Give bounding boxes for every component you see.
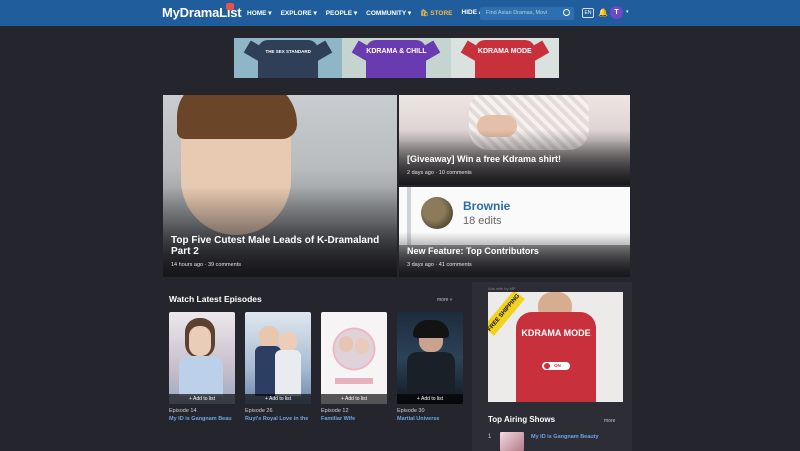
tshirt-image: [258, 40, 319, 78]
episode-number: Episode 12: [321, 408, 349, 414]
banner-text: THE SEX STANDARD: [265, 49, 311, 54]
article-meta: 3 days ago · 41 comments: [407, 262, 472, 268]
featured-article-contributors[interactable]: Brownie 18 edits New Feature: Top Contri…: [399, 187, 630, 277]
contributor-edits: 18 edits: [463, 215, 502, 227]
banner-text: KDRAMA & CHILL: [366, 48, 427, 55]
episode-title[interactable]: Ruyi's Royal Love in the: [245, 416, 311, 422]
bell-icon[interactable]: 🔔: [598, 8, 608, 17]
episode-card[interactable]: + Add to list Episode 26 Ruyi's Royal Lo…: [245, 312, 311, 422]
nav-people[interactable]: PEOPLE ▾: [326, 9, 357, 17]
nav-community[interactable]: COMMUNITY ▾: [366, 9, 411, 17]
article-photo-hair: [177, 95, 297, 139]
episode-title[interactable]: My ID is Gangnam Beau: [169, 416, 235, 422]
banner-panel-1[interactable]: THE SEX STANDARD: [234, 38, 343, 78]
show-thumbnail[interactable]: [500, 432, 524, 451]
top-airing-more-link[interactable]: more: [604, 418, 615, 424]
add-to-list-button[interactable]: + Add to list: [169, 394, 235, 404]
banner-panel-3[interactable]: KDRAMA MODE: [450, 38, 559, 78]
article-title[interactable]: Top Five Cutest Male Leads of K-Dramalan…: [171, 235, 391, 257]
ad-shirt-text: KDRAMA MODE: [521, 328, 591, 338]
episode-card[interactable]: + Add to list Episode 30 Martial Univers…: [397, 312, 463, 422]
contributor-name: Brownie: [463, 199, 511, 213]
sidebar-ad[interactable]: KDRAMA MODE ON FREE SHIPPING: [488, 292, 623, 402]
article-meta: 2 days ago · 10 comments: [407, 170, 472, 176]
top-airing-row[interactable]: 1 My ID is Gangnam Beauty: [488, 432, 623, 451]
episode-title[interactable]: Familiar Wife: [321, 416, 387, 422]
user-avatar[interactable]: T: [610, 6, 623, 19]
episode-poster[interactable]: + Add to list: [321, 312, 387, 404]
tshirt-image: [516, 312, 596, 402]
episode-poster[interactable]: + Add to list: [169, 312, 235, 404]
episode-number: Episode 26: [245, 408, 273, 414]
article-title[interactable]: New Feature: Top Contributors: [407, 246, 539, 257]
toggle-label: ON: [554, 363, 561, 368]
contributor-avatar: [421, 197, 453, 229]
featured-article-main[interactable]: Top Five Cutest Male Leads of K-Dramalan…: [163, 95, 397, 277]
article-title[interactable]: [Giveaway] Win a free Kdrama shirt!: [407, 154, 561, 165]
top-navbar: MyDramaList HOME ▾ EXPLORE ▾ PEOPLE ▾ CO…: [0, 0, 800, 26]
banner-text: KDRAMA MODE: [477, 48, 532, 55]
tshirt-image: [474, 40, 535, 78]
nav-explore[interactable]: EXPLORE ▾: [281, 9, 317, 17]
episode-number: Episode 30: [397, 408, 425, 414]
episode-poster[interactable]: + Add to list: [245, 312, 311, 404]
episode-card[interactable]: + Add to list Episode 14 My ID is Gangna…: [169, 312, 235, 422]
episode-card[interactable]: + Add to list Episode 12 Familiar Wife: [321, 312, 387, 422]
episode-poster[interactable]: + Add to list: [397, 312, 463, 404]
banner-panel-2[interactable]: KDRAMA & CHILL: [342, 38, 451, 78]
tshirt-image: [366, 40, 427, 78]
show-title[interactable]: My ID is Gangnam Beauty: [531, 434, 599, 440]
ad-banner[interactable]: THE SEX STANDARD KDRAMA & CHILL KDRAMA M…: [234, 38, 559, 78]
chevron-down-icon[interactable]: ▾: [626, 9, 629, 15]
main-nav: HOME ▾ EXPLORE ▾ PEOPLE ▾ COMMUNITY ▾ 🛍 …: [247, 9, 492, 17]
article-meta: 14 hours ago · 39 comments: [171, 262, 242, 268]
episode-number: Episode 14: [169, 408, 197, 414]
ad-label: Ads with by MP: [488, 286, 516, 291]
add-to-list-button[interactable]: + Add to list: [397, 394, 463, 404]
search-input[interactable]: Find Asian Dramas, Movi: [480, 7, 574, 20]
language-button[interactable]: EN: [582, 8, 594, 18]
nav-home[interactable]: HOME ▾: [247, 9, 272, 17]
search-icon[interactable]: [563, 9, 570, 16]
logo-badge-icon: [226, 3, 234, 10]
toggle-dot: [544, 363, 550, 369]
add-to-list-button[interactable]: + Add to list: [245, 394, 311, 404]
section-title-episodes: Watch Latest Episodes: [169, 294, 262, 304]
episode-title[interactable]: Martial Universe: [397, 416, 463, 422]
add-to-list-button[interactable]: + Add to list: [321, 394, 387, 404]
featured-article-giveaway[interactable]: [Giveaway] Win a free Kdrama shirt! 2 da…: [399, 95, 630, 185]
nav-store[interactable]: 🛍 STORE: [420, 9, 452, 17]
section-title-top-airing: Top Airing Shows: [488, 415, 556, 424]
episodes-more-link[interactable]: more »: [437, 297, 453, 303]
rank-number: 1: [488, 434, 492, 440]
